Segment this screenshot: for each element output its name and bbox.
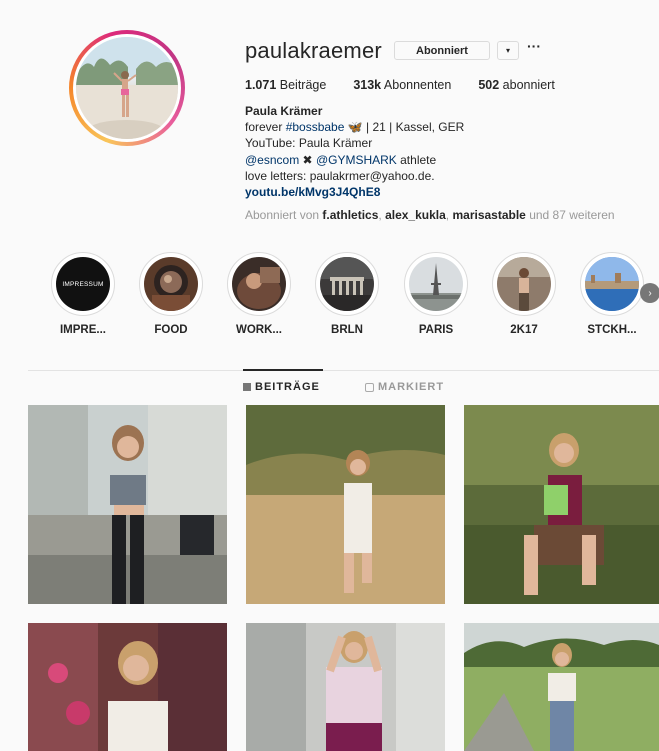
- highlight-cover-art: [497, 257, 551, 311]
- post-image: [28, 405, 227, 604]
- profile-stats: 1.071 Beiträge 313k Abonnenten 502 abonn…: [245, 78, 555, 92]
- post-thumbnail[interactable]: [28, 623, 227, 751]
- followed-by-suffix: und 87 weiteren: [525, 208, 615, 222]
- profile-full-name: Paula Krämer: [245, 104, 323, 118]
- post-image: [464, 623, 659, 751]
- post-image: [28, 623, 227, 751]
- bio-line-1: forever #bossbabe 🦋 | 21 | Kassel, GER: [245, 119, 464, 135]
- avatar-border: [73, 34, 181, 142]
- highlight-label: 2K17: [510, 324, 538, 336]
- highlight-cover-art: [232, 257, 286, 311]
- followed-by-user[interactable]: marisastable: [452, 208, 525, 222]
- highlight-impressum[interactable]: IMPRESSUM IMPRE...: [50, 252, 116, 336]
- highlight-ring: [580, 252, 644, 316]
- highlight-cover: [409, 257, 463, 311]
- tab-posts[interactable]: BEITRÄGE: [243, 381, 320, 393]
- tab-tagged[interactable]: MARKIERT: [365, 381, 444, 393]
- chevron-right-icon[interactable]: ›: [640, 283, 659, 303]
- bio-text: forever: [245, 120, 286, 135]
- highlight-2k17[interactable]: 2K17: [491, 252, 557, 336]
- post-thumbnail[interactable]: [246, 405, 445, 604]
- highlight-cover: [232, 257, 286, 311]
- highlight-cover-art: [144, 257, 198, 311]
- profile-avatar-ring[interactable]: [69, 30, 185, 146]
- highlight-cover: [320, 257, 374, 311]
- bio-external-link[interactable]: youtu.be/kMvg3J4QhE8: [245, 184, 464, 200]
- bio-text: | 21 | Kassel, GER: [362, 120, 465, 135]
- post-thumbnail[interactable]: [464, 405, 659, 604]
- highlight-cover-art: [320, 257, 374, 311]
- highlight-cover-text: IMPRESSUM: [62, 280, 104, 288]
- cross-icon: ✖: [299, 152, 316, 167]
- highlight-ring: IMPRESSUM: [51, 252, 115, 316]
- highlight-cover: [585, 257, 639, 311]
- active-tab-indicator: [243, 369, 323, 371]
- profile-username: paulakraemer: [245, 38, 382, 63]
- highlight-ring: [492, 252, 556, 316]
- followed-by-user[interactable]: f.athletics: [322, 208, 378, 222]
- chevron-down-icon[interactable]: ▾: [497, 41, 519, 60]
- stat-followers-count: 313k: [353, 78, 382, 92]
- stat-followers[interactable]: 313k Abonnenten: [353, 78, 451, 92]
- highlight-brln[interactable]: BRLN: [314, 252, 380, 336]
- stat-following[interactable]: 502 abonniert: [478, 78, 554, 92]
- grid-icon: [243, 383, 251, 391]
- bio-line-3: @esncom ✖ @GYMSHARK athlete: [245, 152, 464, 168]
- hashtag-link[interactable]: #bossbabe: [286, 120, 345, 134]
- highlight-label: PARIS: [418, 324, 454, 336]
- highlight-cover: [144, 257, 198, 311]
- following-button[interactable]: Abonniert: [394, 41, 490, 60]
- highlight-ring: [404, 252, 468, 316]
- highlight-label: STCKH...: [587, 324, 637, 336]
- bio-line-4: love letters: paulakrmer@yahoo.de.: [245, 168, 435, 183]
- stat-following-label: abonniert: [499, 78, 555, 92]
- more-options-icon[interactable]: ···: [527, 38, 541, 54]
- profile-bio: Paula Krämer forever #bossbabe 🦋 | 21 | …: [245, 103, 464, 200]
- post-image: [246, 405, 445, 604]
- stat-followers-label: Abonnenten: [381, 78, 452, 92]
- mention-link-gymshark[interactable]: @GYMSHARK: [316, 153, 397, 167]
- butterfly-icon: 🦋: [347, 120, 363, 135]
- stat-following-count: 502: [478, 78, 500, 92]
- tab-tagged-label: MARKIERT: [378, 381, 445, 393]
- highlight-label: FOOD: [154, 324, 188, 336]
- tab-posts-label: BEITRÄGE: [255, 381, 320, 393]
- highlight-cover-art: [409, 257, 463, 311]
- avatar-photo-art: [76, 37, 178, 139]
- highlight-ring: [227, 252, 291, 316]
- bio-text: athlete: [396, 152, 437, 167]
- highlight-label: BRLN: [331, 324, 363, 336]
- highlight-paris[interactable]: PARIS: [403, 252, 469, 336]
- tabs-divider: [28, 370, 659, 371]
- highlight-cover-art: [585, 257, 639, 311]
- highlight-ring: [315, 252, 379, 316]
- post-image: [464, 405, 659, 604]
- highlight-label: WORK...: [236, 324, 282, 336]
- bio-line-2: YouTube: Paula Krämer: [245, 136, 373, 151]
- stat-posts-label: Beiträge: [276, 78, 327, 92]
- avatar[interactable]: [76, 37, 178, 139]
- post-thumbnail[interactable]: [28, 405, 227, 604]
- mention-link-esncom[interactable]: @esncom: [245, 153, 299, 167]
- highlight-food[interactable]: FOOD: [138, 252, 204, 336]
- followed-by-user[interactable]: alex_kukla: [385, 208, 446, 222]
- highlight-workout[interactable]: WORK...: [226, 252, 292, 336]
- stat-posts-count: 1.071: [245, 78, 277, 92]
- followed-by-prefix: Abonniert von: [245, 208, 323, 222]
- highlight-ring: [139, 252, 203, 316]
- post-thumbnail[interactable]: [246, 623, 445, 751]
- post-thumbnail[interactable]: [464, 623, 659, 751]
- tag-icon: [365, 382, 374, 392]
- stat-posts: 1.071 Beiträge: [245, 78, 326, 92]
- post-image: [246, 623, 445, 751]
- highlight-label: IMPRE...: [59, 324, 106, 336]
- followed-by[interactable]: Abonniert von f.athletics, alex_kukla, m…: [245, 208, 615, 222]
- highlight-cover: [497, 257, 551, 311]
- highlight-cover: IMPRESSUM: [56, 257, 110, 311]
- highlight-stockholm[interactable]: STCKH...: [579, 252, 645, 336]
